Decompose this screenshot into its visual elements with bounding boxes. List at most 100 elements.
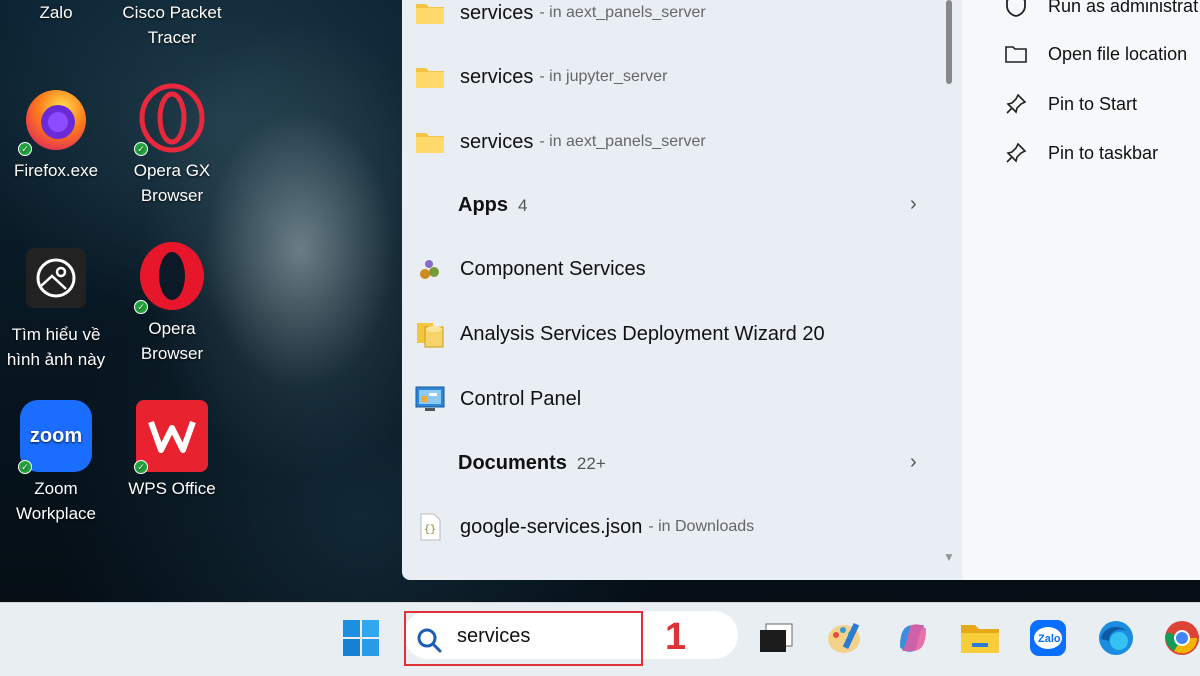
result-folder-row[interactable]: services - in aext_panels_server — [416, 0, 706, 26]
taskbar-copilot-button[interactable] — [893, 618, 933, 658]
result-location: - in Downloads — [648, 518, 755, 535]
svg-text:Zalo: Zalo — [1038, 633, 1061, 645]
result-location: - in jupyter_server — [539, 68, 668, 85]
taskbar-chrome-button[interactable] — [1162, 618, 1200, 658]
documents-section-header[interactable]: Documents 22+ — [458, 452, 606, 475]
firefox-icon: ✓ — [18, 82, 92, 156]
desktop-icon-label: Browser — [140, 344, 204, 363]
zoom-icon: zoom ✓ — [18, 400, 92, 474]
result-app-row[interactable]: Control Panel — [415, 386, 582, 412]
learn-about-picture-icon — [26, 248, 86, 308]
context-item-label: Run as administrat — [1048, 0, 1199, 16]
sync-check-icon: ✓ — [134, 460, 148, 474]
result-app-row[interactable]: Analysis Services Deployment Wizard 20 — [417, 321, 825, 348]
pin-icon — [1004, 92, 1028, 116]
desktop-icon-opera[interactable]: ✓ Opera Browser — [114, 240, 230, 366]
taskbar-edge-button[interactable] — [1096, 618, 1136, 658]
context-item-label: Pin to Start — [1048, 93, 1138, 114]
folder-icon — [414, 126, 446, 158]
result-name: google-services.json — [460, 515, 643, 538]
file-explorer-icon — [961, 625, 999, 653]
control-panel-icon — [414, 383, 446, 415]
scroll-down-icon[interactable]: ▼ — [943, 550, 955, 564]
desktop-icon-label: Workplace — [16, 504, 96, 523]
desktop-icon-label: Firefox.exe — [13, 161, 99, 180]
result-name: Analysis Services Deployment Wizard 20 — [460, 322, 825, 345]
pin-icon — [1004, 141, 1028, 165]
desktop-icon-label: Tìm hiểu về — [11, 325, 101, 344]
desktop-icon-zoom[interactable]: zoom ✓ Zoom Workplace — [0, 400, 114, 526]
desktop-icon-wps-office[interactable]: ✓ WPS Office — [114, 400, 230, 501]
sync-check-icon: ✓ — [18, 142, 32, 156]
paint-icon — [828, 622, 860, 653]
desktop-icon-firefox[interactable]: ✓ Firefox.exe — [0, 82, 114, 183]
desktop-icon-label: Opera — [148, 319, 196, 338]
windows-logo-icon — [343, 620, 379, 656]
desktop-icon-zalo[interactable]: Zalo — [0, 0, 114, 25]
desktop-icon-label: WPS Office — [128, 479, 216, 498]
desktop-icon-label: Opera GX — [133, 161, 211, 180]
open-file-location-item[interactable]: Open file location — [1004, 42, 1187, 66]
result-app-row[interactable]: Component Services — [420, 256, 646, 282]
context-menu-panel: Run as administrat Open file location Pi… — [962, 0, 1200, 580]
taskbar: services 1 Zalo — [0, 602, 1200, 676]
results-scrollbar[interactable] — [946, 0, 952, 84]
result-name: services — [460, 65, 534, 88]
start-button[interactable] — [341, 618, 381, 658]
apps-section-title: Apps — [458, 194, 508, 216]
search-highlight-annotation — [404, 611, 643, 666]
json-file-icon: {} — [414, 511, 446, 543]
zoom-logo-text: zoom — [29, 424, 83, 447]
apps-section-header[interactable]: Apps 4 — [458, 194, 527, 217]
task-view-icon — [760, 623, 793, 652]
desktop-icon-cisco-packet-tracer[interactable]: Cisco Packet Tracer — [114, 0, 230, 50]
copilot-icon — [900, 624, 926, 652]
context-item-label: Open file location — [1048, 43, 1188, 64]
result-document-row[interactable]: {} google-services.json - in Downloads — [420, 513, 755, 541]
context-item-label: Pin to taskbar — [1048, 142, 1159, 163]
taskbar-zalo-button[interactable]: Zalo — [1028, 618, 1068, 658]
desktop-icon-label: Zalo — [39, 3, 73, 22]
desktop-icon-opera-gx[interactable]: ✓ Opera GX Browser — [114, 82, 230, 208]
component-services-icon — [414, 253, 446, 285]
apps-section-count: 4 — [518, 196, 528, 215]
task-view-button[interactable] — [756, 618, 796, 658]
result-folder-row[interactable]: services - in aext_panels_server — [416, 129, 706, 155]
pin-to-taskbar-item[interactable]: Pin to taskbar — [1004, 141, 1158, 165]
folder-icon — [414, 0, 446, 29]
result-name: Control Panel — [460, 387, 582, 410]
analysis-services-icon — [414, 318, 446, 350]
result-name: services — [460, 1, 534, 24]
documents-section-count: 22+ — [576, 454, 606, 473]
desktop-icon-learn-about-picture[interactable]: Tìm hiểu về hình ảnh này — [0, 244, 114, 372]
wps-office-icon: ✓ — [134, 400, 208, 474]
sync-check-icon: ✓ — [134, 300, 148, 314]
desktop-icon-label: Tracer — [147, 28, 197, 47]
documents-section-title: Documents — [458, 452, 567, 474]
step-number-annotation: 1 — [665, 616, 687, 658]
result-name: Component Services — [460, 257, 646, 280]
zalo-icon: Zalo — [1030, 620, 1066, 656]
apps-expand-chevron-icon[interactable]: › — [910, 193, 917, 216]
run-as-administrator-item[interactable]: Run as administrat — [1004, 0, 1198, 18]
taskbar-file-explorer-button[interactable] — [960, 618, 1000, 658]
result-folder-row[interactable]: services - in jupyter_server — [416, 64, 668, 90]
opera-gx-icon: ✓ — [134, 82, 208, 156]
search-results-panel: ▼ services - in aext_panels_server servi… — [402, 0, 962, 580]
result-location: - in aext_panels_server — [539, 4, 706, 21]
result-name: services — [460, 130, 534, 153]
opera-icon: ✓ — [134, 240, 208, 314]
desktop-icon-label: Browser — [140, 186, 204, 205]
shield-icon — [1004, 0, 1028, 18]
documents-expand-chevron-icon[interactable]: › — [910, 451, 917, 474]
taskbar-paint-button[interactable] — [825, 618, 865, 658]
desktop-icon-label: Cisco Packet — [122, 3, 222, 22]
chrome-icon — [1165, 621, 1199, 655]
sync-check-icon: ✓ — [18, 460, 32, 474]
svg-text:{}: {} — [424, 524, 436, 536]
pin-to-start-item[interactable]: Pin to Start — [1004, 92, 1137, 116]
edge-icon — [1099, 621, 1133, 655]
folder-icon — [414, 61, 446, 93]
folder-icon — [1004, 42, 1028, 66]
result-location: - in aext_panels_server — [539, 133, 706, 150]
